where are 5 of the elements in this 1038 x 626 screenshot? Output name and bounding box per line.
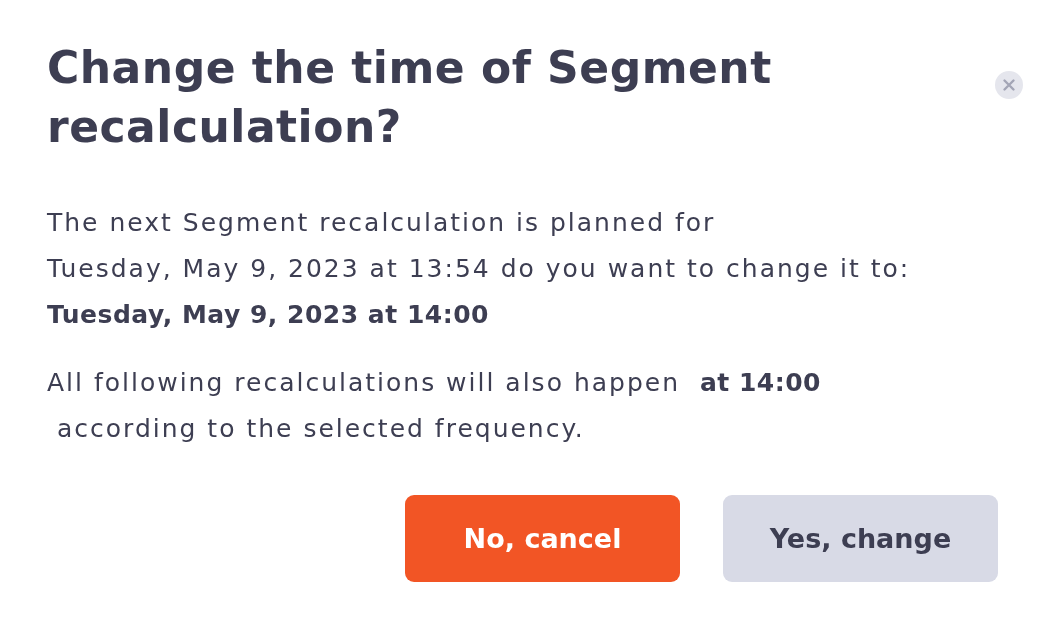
note-text: All following recalculations will also happen at 14:00 according to the selected frequency. — [47, 367, 822, 445]
confirm-button[interactable]: Yes, change — [723, 495, 998, 582]
close-icon[interactable] — [995, 71, 1023, 99]
dialog-title: Change the time of Segment recalculation? — [47, 41, 773, 154]
message-text: The next Segment recalculation is planned for Tuesday, May 9, 2023 at 13:54 do you want to change it to: Tuesday, May 9, 2023 at 14:00 — [47, 207, 912, 331]
